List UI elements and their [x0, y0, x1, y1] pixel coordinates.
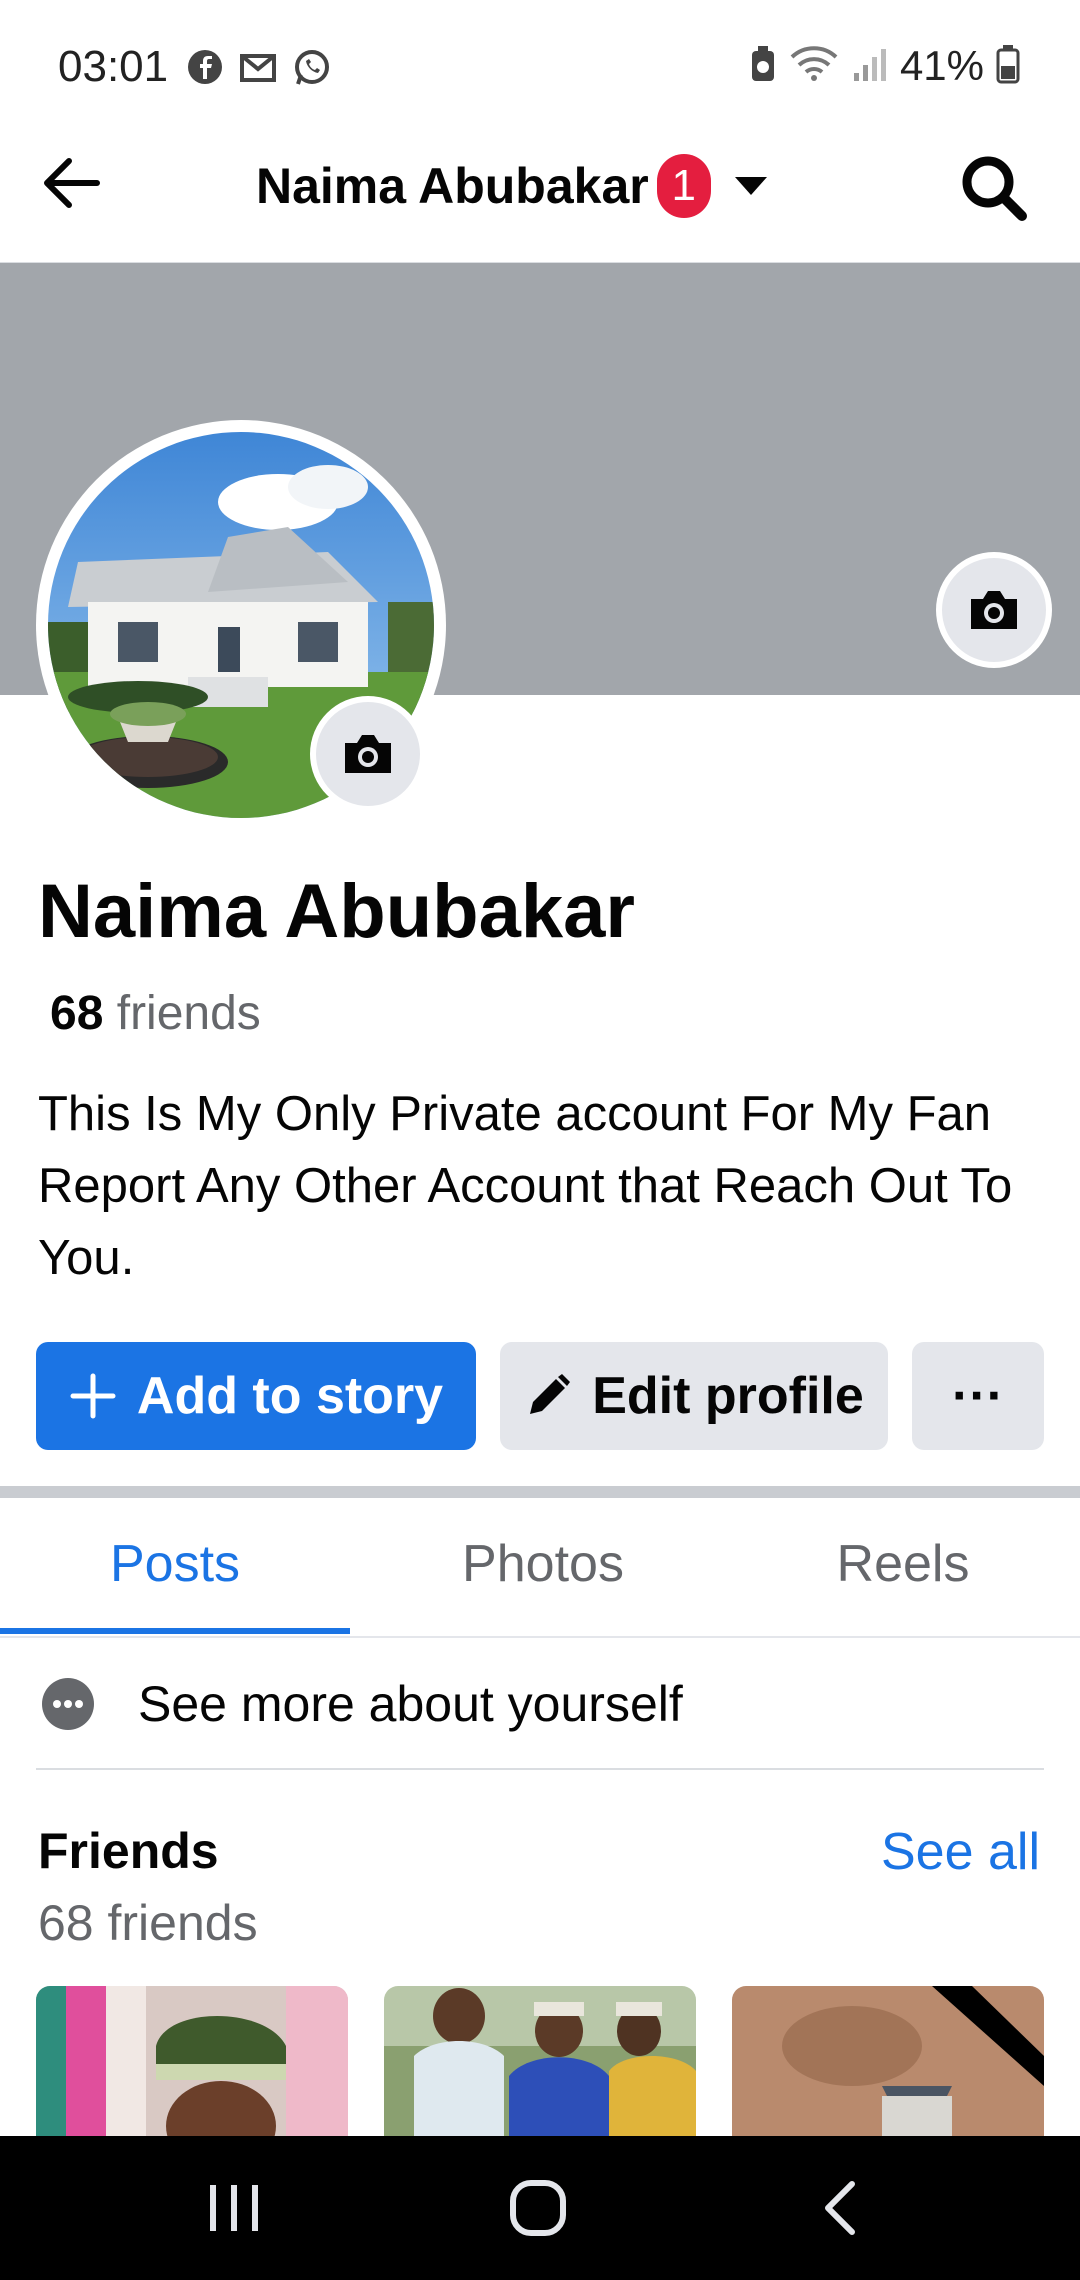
- home-icon: [510, 2180, 566, 2236]
- page-title: Naima Abubakar: [256, 158, 649, 214]
- friends-count[interactable]: 68 friends: [50, 986, 261, 1041]
- see-all-friends-link[interactable]: See all: [881, 1822, 1040, 1882]
- friend-photo[interactable]: [36, 1986, 348, 2136]
- notification-badge: 1: [656, 154, 711, 218]
- edit-profile-button[interactable]: Edit profile: [500, 1342, 888, 1450]
- pencil-icon: [530, 1374, 571, 1414]
- back-button[interactable]: [36, 148, 106, 218]
- plus-icon: [70, 1373, 116, 1419]
- caret-down-icon: [734, 177, 767, 195]
- edit-cover-button[interactable]: [936, 552, 1052, 668]
- profile-switcher[interactable]: Naima Abubakar 1: [256, 148, 773, 224]
- status-time: 03:01: [58, 42, 169, 91]
- arrow-left-icon: [44, 158, 100, 208]
- data-saver-icon: [748, 45, 778, 88]
- system-back-button[interactable]: [780, 2136, 900, 2280]
- battery-percent: 41%: [899, 42, 984, 89]
- ellipsis-icon: ···: [952, 1367, 1004, 1425]
- edit-avatar-button[interactable]: [310, 696, 426, 812]
- whatsapp-icon: [292, 48, 332, 93]
- friend-photo[interactable]: [732, 1986, 1044, 2136]
- camera-icon: [971, 591, 1017, 629]
- more-dots-icon: [42, 1678, 94, 1730]
- home-button[interactable]: [478, 2136, 598, 2280]
- battery-icon: [996, 44, 1020, 89]
- camera-icon: [345, 735, 391, 773]
- section-divider: [0, 1486, 1080, 1498]
- friends-word: friends: [116, 987, 261, 1040]
- facebook-icon: [186, 48, 224, 93]
- tab-reels[interactable]: Reels: [726, 1498, 1080, 1630]
- see-more-label: See more about yourself: [138, 1676, 683, 1732]
- friends-section-title: Friends: [38, 1823, 219, 1879]
- tab-photos[interactable]: Photos: [360, 1498, 726, 1630]
- wifi-icon: [790, 45, 840, 88]
- edit-profile-label: Edit profile: [592, 1367, 864, 1425]
- profile-name: Naima Abubakar: [38, 869, 635, 954]
- recent-apps-icon: [210, 2185, 258, 2231]
- active-tab-indicator: [0, 1628, 350, 1634]
- recent-apps-button[interactable]: [174, 2136, 294, 2280]
- status-notification-icons: [186, 48, 332, 93]
- add-to-story-button[interactable]: Add to story: [36, 1342, 476, 1450]
- status-system-icons: 41%: [748, 42, 1020, 90]
- tab-posts[interactable]: Posts: [0, 1498, 350, 1630]
- more-options-button[interactable]: ···: [912, 1342, 1044, 1450]
- gmail-icon: [238, 48, 278, 93]
- friends-section-count: 68 friends: [38, 1895, 258, 1951]
- friends-number: 68: [50, 987, 104, 1040]
- chevron-left-icon: [825, 2181, 855, 2235]
- search-button[interactable]: [954, 148, 1034, 228]
- see-more-about-yourself[interactable]: See more about yourself: [36, 1640, 1044, 1770]
- profile-bio: This Is My Only Private account For My F…: [38, 1087, 1013, 1285]
- search-icon: [962, 156, 1027, 221]
- signal-icon: [852, 45, 888, 88]
- friend-photo[interactable]: [384, 1986, 696, 2136]
- add-to-story-label: Add to story: [136, 1367, 444, 1425]
